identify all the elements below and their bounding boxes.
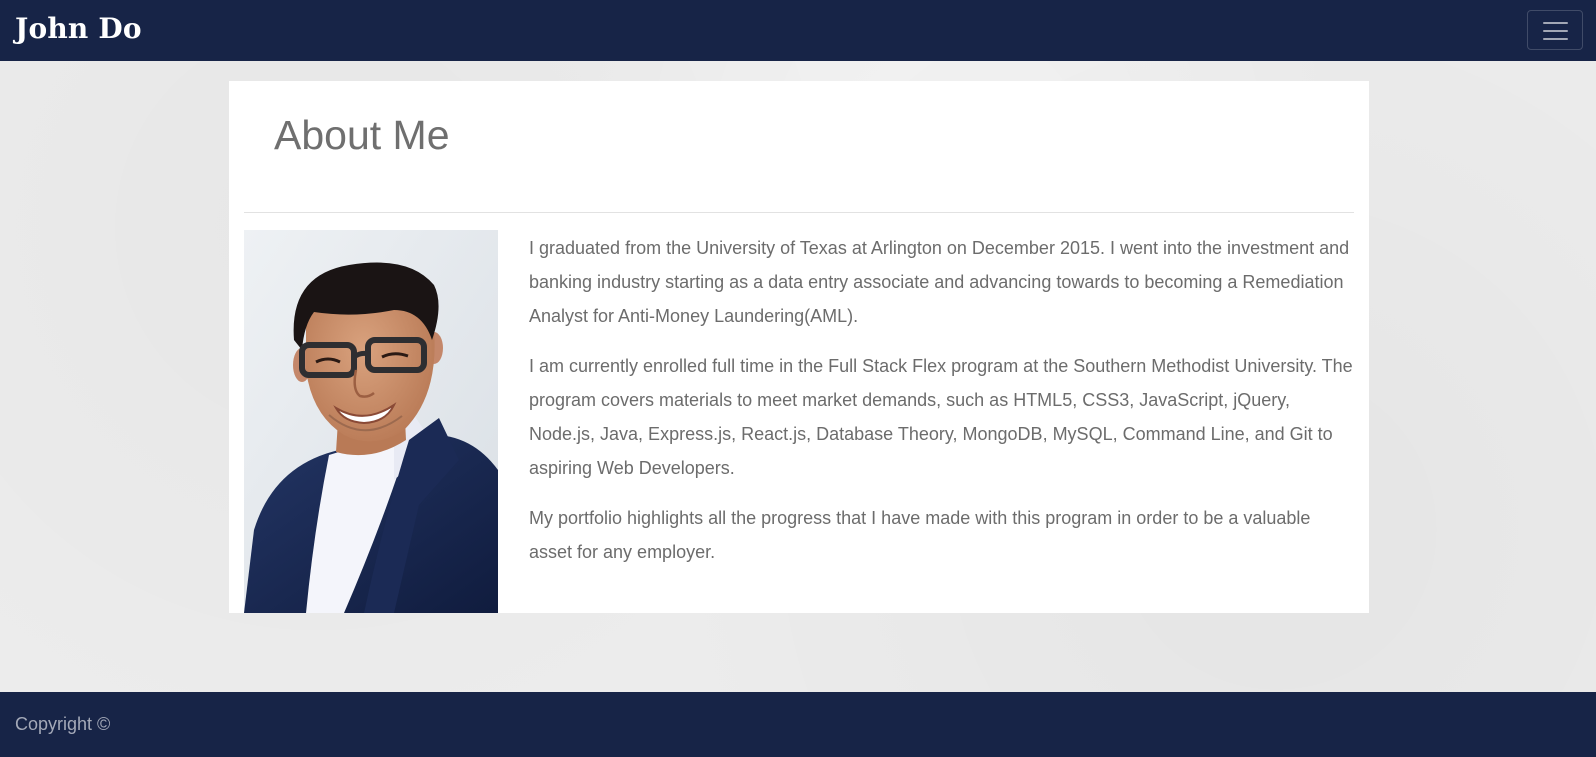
bio-paragraph-portfolio: My portfolio highlights all the progress… [529,508,1311,562]
title-divider [244,212,1354,213]
bio-text: I graduated from the University of Texas… [529,231,1357,585]
about-card: About Me I graduated from the University… [229,81,1369,613]
navbar: John Do [0,0,1596,61]
copyright-text: Copyright © [15,714,111,734]
profile-photo [244,230,498,613]
navbar-toggle-button[interactable] [1527,10,1583,50]
footer: Copyright © [0,692,1596,757]
bio-paragraph-program: I am currently enrolled full time in the… [529,356,1353,478]
bio-paragraph-education: I graduated from the University of Texas… [529,238,1350,326]
brand-link[interactable]: John Do [15,11,142,47]
page-title: About Me [274,112,450,158]
